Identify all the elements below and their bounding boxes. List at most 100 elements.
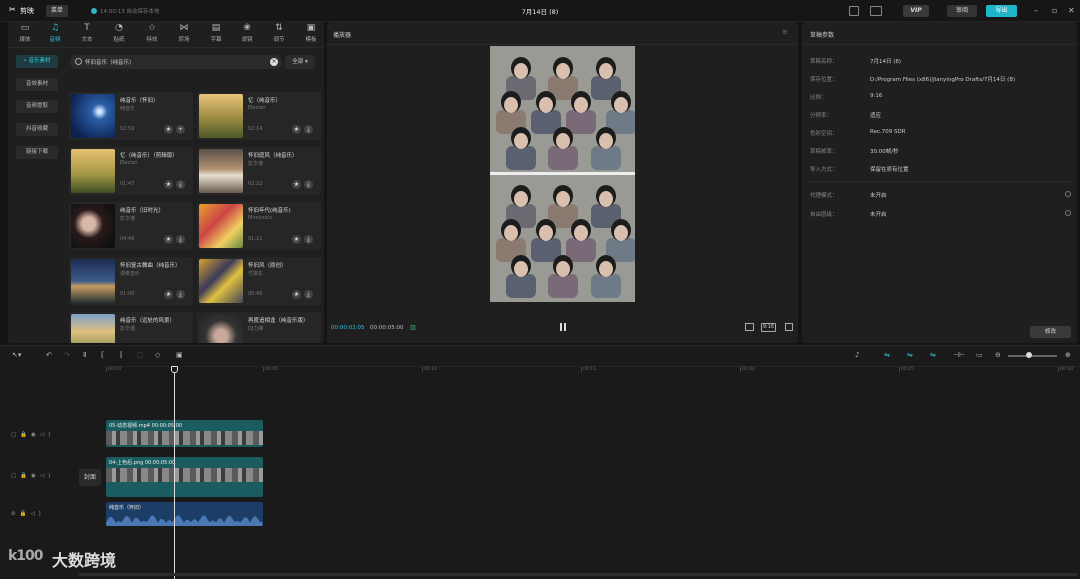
waveform-icon[interactable]: ▥ <box>410 324 416 331</box>
aspect-ratio-button[interactable]: 9:16 <box>761 323 776 332</box>
link-main-track-icon[interactable]: ⇋ <box>884 351 890 359</box>
zoom-slider[interactable] <box>1008 355 1057 357</box>
tab-adjust[interactable]: ⇅ 调节 <box>266 24 292 44</box>
add-plus-icon[interactable]: + <box>176 125 185 134</box>
tab-sticker[interactable]: ◔ 贴纸 <box>106 24 132 44</box>
split-icon[interactable]: Ⅱ <box>83 351 86 359</box>
sidebar-item-link-download[interactable]: 链接下载 <box>16 146 58 159</box>
auto-snap-icon[interactable]: ⇋ <box>907 351 913 359</box>
ruler-tick-label: 00:10 <box>424 367 437 372</box>
tab-transition[interactable]: ⋈ 转场 <box>171 24 197 44</box>
prop-label: 草稿帧率： <box>810 149 838 155</box>
music-card[interactable]: 纯音乐（怀旧） 纯音乐 02:59 ★ + <box>69 92 193 140</box>
vip-button[interactable]: VIP <box>903 5 929 17</box>
select-tool-icon[interactable]: ↖▾ <box>12 351 21 359</box>
music-duration: 02:22 <box>248 181 263 187</box>
zoom-out-icon[interactable]: ⊖ <box>995 351 1001 359</box>
search-input[interactable]: 怀旧音乐（纯音乐） × <box>70 55 282 69</box>
marker-icon[interactable]: ◇ <box>155 351 160 359</box>
music-card[interactable]: 怀旧庭风（纯音乐） 彭华港 02:22 ★ ⤓ <box>197 147 321 195</box>
favorite-star-icon[interactable]: ★ <box>292 235 301 244</box>
undo-icon[interactable]: ↶ <box>46 351 52 359</box>
music-artist: Electer <box>248 105 266 111</box>
review-button[interactable]: 审阅 <box>947 5 977 17</box>
music-card[interactable]: 忆（纯音乐）（剪辑版） Electer 01:47 ★ ⤓ <box>69 147 193 195</box>
image-edit-icon[interactable]: ▣ <box>176 351 183 359</box>
download-icon[interactable]: ⤓ <box>304 180 313 189</box>
favorite-star-icon[interactable]: ★ <box>164 290 173 299</box>
maximize-icon[interactable]: ▫ <box>1052 6 1057 16</box>
tab-media[interactable]: ▭ 媒体 <box>12 24 38 44</box>
preview-axis-icon[interactable]: ⊣⊢ <box>953 351 965 359</box>
zoom-in-icon[interactable]: ⊕ <box>1065 351 1071 359</box>
playhead[interactable] <box>174 368 175 579</box>
redo-icon[interactable]: ↷ <box>64 351 70 359</box>
horizontal-scrollbar[interactable] <box>78 573 1078 576</box>
split-right-icon[interactable]: ⟧ <box>119 351 122 359</box>
favorite-star-icon[interactable]: ★ <box>292 290 301 299</box>
ruler-tick-label: 00:05 <box>265 367 278 372</box>
download-icon[interactable]: ⤓ <box>176 235 185 244</box>
favorite-star-icon[interactable]: ★ <box>292 125 301 134</box>
fullscreen-icon[interactable] <box>785 323 793 331</box>
layout-icon[interactable] <box>849 6 859 16</box>
favorite-star-icon[interactable]: ★ <box>164 125 173 134</box>
help-icon[interactable] <box>1065 210 1071 216</box>
play-pause-button[interactable] <box>560 323 566 331</box>
track-controls[interactable]: ▢🔒◉◁) <box>11 432 54 438</box>
tab-subtitle[interactable]: ▤ 字幕 <box>203 24 229 44</box>
tab-audio[interactable]: ♫ 音频 <box>42 24 68 44</box>
close-icon[interactable]: ✕ <box>1068 6 1075 16</box>
download-icon[interactable]: ⤓ <box>304 290 313 299</box>
image-clip[interactable]: 04-上色后.png 00:00:05:00 <box>106 457 263 497</box>
menu-button[interactable]: 菜单 <box>46 5 69 17</box>
download-icon[interactable]: ⤓ <box>176 180 185 189</box>
help-icon[interactable] <box>1065 191 1071 197</box>
music-card[interactable]: 纯音乐（远处的风景） 彭华港 <box>69 312 193 343</box>
player-panel: 播放器 ≡ 00:00:02:05 00:00:05:00 ▥ 9:16 <box>327 22 798 343</box>
audio-clip[interactable]: 纯音乐（怀旧） <box>106 502 263 526</box>
cover-button[interactable]: 封面 <box>79 469 101 486</box>
track-controls[interactable]: ⊘🔒◁) <box>11 511 45 517</box>
tab-filter[interactable]: ❀ 滤镜 <box>234 24 260 44</box>
prop-label: 导入方式： <box>810 167 838 173</box>
minimize-icon[interactable]: – <box>1034 6 1038 16</box>
split-left-icon[interactable]: ⟦ <box>101 351 104 359</box>
download-icon[interactable]: ⤓ <box>304 235 313 244</box>
download-icon[interactable]: ⤓ <box>304 125 313 134</box>
track-controls[interactable]: ▢🔒◉◁) <box>11 473 54 479</box>
favorite-star-icon[interactable]: ★ <box>164 180 173 189</box>
caption-icon[interactable]: ▭ <box>976 351 983 359</box>
tab-template[interactable]: ▣ 模板 <box>298 24 324 44</box>
fit-screen-icon[interactable] <box>745 323 754 331</box>
music-thumbnail <box>199 94 243 138</box>
sidebar-item-audio-extract[interactable]: 音频提取 <box>16 100 58 113</box>
ruler-tick-label: 00:00 <box>108 367 121 372</box>
sidebar-item-sound-effects[interactable]: 音效素材 <box>16 78 58 91</box>
player-menu-icon[interactable]: ≡ <box>782 28 788 36</box>
download-icon[interactable]: ⤓ <box>176 290 185 299</box>
favorite-star-icon[interactable]: ★ <box>292 180 301 189</box>
filter-button[interactable]: 全部 ▾ <box>285 55 315 69</box>
modify-button[interactable]: 修改 <box>1030 326 1071 338</box>
music-card[interactable]: 怀旧年代(纯音乐) Mimiuutic 01:11 ★ ⤓ <box>197 202 321 250</box>
tab-effects[interactable]: ☆ 特效 <box>139 24 165 44</box>
music-card[interactable]: 怀旧风（原创） 付振东 00:46 ★ ⤓ <box>197 257 321 305</box>
export-button[interactable]: 导出 <box>986 5 1017 17</box>
clear-search-icon[interactable]: × <box>270 58 278 66</box>
playhead-handle[interactable] <box>171 366 178 373</box>
linkage-icon[interactable]: ⇋ <box>930 351 936 359</box>
delete-icon[interactable]: ▢ <box>137 351 144 359</box>
microphone-icon[interactable]: ♪ <box>855 351 859 359</box>
music-card[interactable]: 纯音乐（旧时光） 彭华港 04:46 ★ ⤓ <box>69 202 193 250</box>
sidebar-item-music[interactable]: • 音乐素材 <box>16 55 58 68</box>
zoom-slider-handle[interactable] <box>1026 352 1032 358</box>
music-card[interactable]: 再度追相逢（纯音乐版） DJ力峰 <box>197 312 321 343</box>
sidebar-item-douyin-favorites[interactable]: 抖音收藏 <box>16 123 58 136</box>
video-clip[interactable]: 05-动态视频.mp4 00:00:05:00 <box>106 420 263 447</box>
tab-text[interactable]: T 文本 <box>74 24 100 44</box>
favorite-star-icon[interactable]: ★ <box>164 235 173 244</box>
music-card[interactable]: 忆（纯音乐） Electer 02:14 ★ ⤓ <box>197 92 321 140</box>
music-card[interactable]: 怀旧复古舞曲（纯音乐） 漫傣音乐 01:00 ★ ⤓ <box>69 257 193 305</box>
layout-switch-icon[interactable] <box>870 6 882 16</box>
